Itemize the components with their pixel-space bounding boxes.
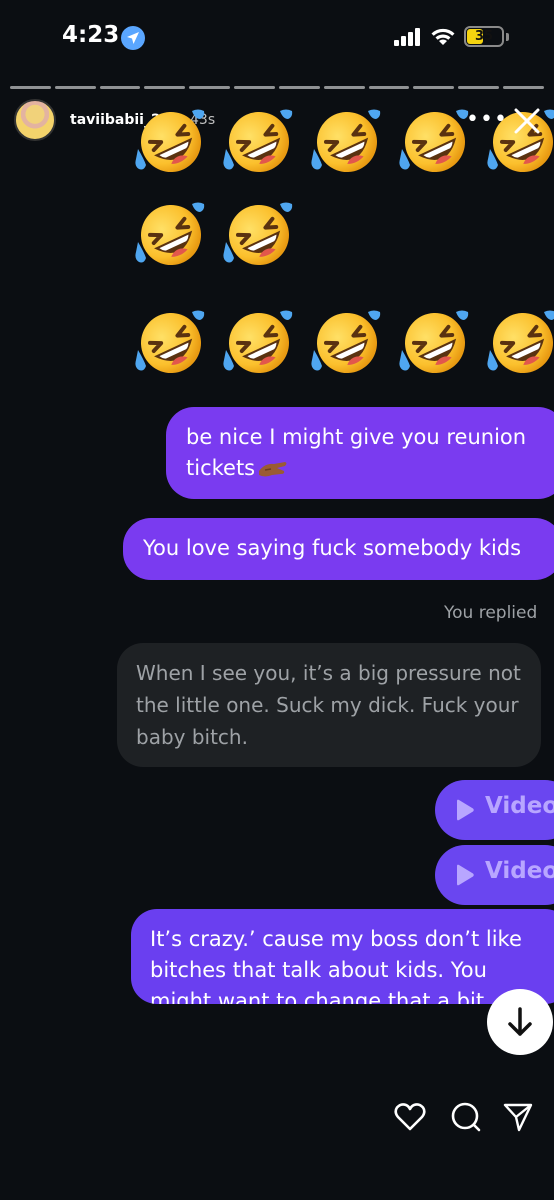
story-segment bbox=[189, 86, 231, 89]
quote-text: When I see you, it’s a big pressure not bbox=[136, 661, 521, 685]
message-text: bitches that talk about kids. You bbox=[150, 958, 487, 982]
more-options-icon[interactable]: ••• bbox=[466, 109, 508, 131]
message-text: be nice I might give you reunion bbox=[186, 425, 527, 449]
wifi-icon bbox=[431, 28, 455, 45]
laughing-emoji-icon bbox=[222, 105, 296, 179]
laughing-emoji-icon bbox=[310, 306, 384, 380]
story-segment bbox=[10, 86, 51, 89]
status-time: 4:23 bbox=[62, 22, 120, 48]
story-segment bbox=[458, 86, 500, 89]
heart-icon[interactable] bbox=[394, 1101, 426, 1133]
video-label: Video bbox=[485, 858, 554, 884]
story-segment bbox=[503, 86, 544, 89]
emoji-row bbox=[134, 306, 554, 380]
laughing-emoji-icon bbox=[486, 306, 554, 380]
comment-icon[interactable] bbox=[450, 1101, 482, 1133]
story-segment bbox=[413, 86, 455, 89]
video-message[interactable]: Video bbox=[435, 845, 554, 905]
signal-bars-icon bbox=[394, 28, 422, 46]
story-segment bbox=[278, 86, 320, 89]
emoji-row bbox=[134, 198, 296, 272]
video-message[interactable]: Video bbox=[435, 780, 554, 840]
story-progress bbox=[10, 86, 544, 89]
laughing-emoji-icon bbox=[134, 306, 208, 380]
story-segment bbox=[144, 86, 186, 89]
close-icon[interactable] bbox=[510, 104, 544, 138]
quote-text: the little one. Suck my dick. Fuck your bbox=[136, 693, 519, 717]
laughing-emoji-icon bbox=[222, 198, 296, 272]
scroll-to-bottom-button[interactable] bbox=[487, 989, 553, 1055]
story-segment bbox=[54, 86, 96, 89]
battery-level: 35 bbox=[474, 29, 494, 44]
arrow-down-icon bbox=[508, 1007, 532, 1036]
avatar[interactable] bbox=[14, 99, 56, 141]
laughing-emoji-icon bbox=[222, 306, 296, 380]
message-text: It’s crazy.’ cause my boss don’t like bbox=[150, 927, 522, 951]
laughing-emoji-icon bbox=[398, 105, 472, 179]
battery-icon: 35 bbox=[464, 26, 504, 47]
replied-label: You replied bbox=[444, 603, 538, 623]
laughing-emoji-icon bbox=[134, 198, 208, 272]
share-icon[interactable] bbox=[502, 1101, 534, 1133]
message-bubble[interactable]: It’s crazy.’ cause my boss don’t like bi… bbox=[131, 909, 554, 1004]
pinching-hand-emoji bbox=[259, 461, 287, 476]
story-segment bbox=[323, 86, 365, 89]
story-segment bbox=[368, 86, 410, 89]
play-icon bbox=[457, 864, 474, 886]
quoted-story-reply[interactable]: When I see you, it’s a big pressure not … bbox=[117, 643, 541, 767]
message-bubble[interactable]: be nice I might give you reunion tickets bbox=[166, 407, 554, 499]
story-segment bbox=[99, 86, 141, 89]
message-text: tickets bbox=[186, 456, 256, 480]
story-segment bbox=[234, 86, 275, 89]
status-bar: 4:23 35 bbox=[0, 0, 554, 75]
video-label: Video bbox=[485, 793, 554, 819]
location-arrow-icon bbox=[121, 26, 145, 50]
laughing-emoji-icon bbox=[134, 105, 208, 179]
message-bubble[interactable]: You love saying fuck somebody kids bbox=[123, 518, 554, 580]
message-text: You love saying fuck somebody kids bbox=[143, 536, 522, 560]
laughing-emoji-icon bbox=[310, 105, 384, 179]
quote-text: baby bitch. bbox=[136, 725, 248, 749]
play-icon bbox=[457, 799, 474, 821]
battery-cap bbox=[506, 33, 509, 41]
laughing-emoji-icon bbox=[398, 306, 472, 380]
